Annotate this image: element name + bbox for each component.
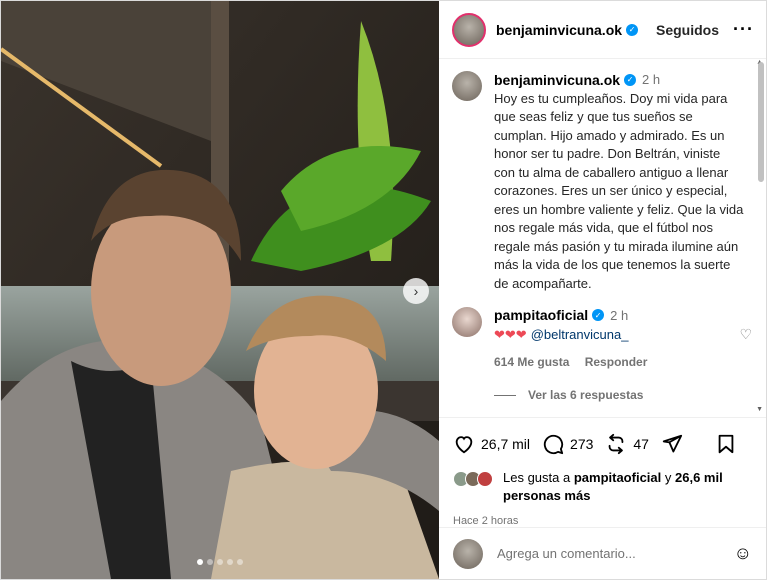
post-timestamp: Hace 2 horas	[453, 515, 519, 527]
verified-icon: ✓	[592, 309, 605, 322]
repost-icon	[609, 433, 624, 454]
liked-by-user[interactable]: pampitaoficial	[574, 470, 661, 485]
comment-button[interactable]: 273	[542, 433, 593, 455]
comment-icon	[543, 434, 564, 454]
bookmark-icon	[718, 434, 734, 453]
replies-divider	[494, 394, 516, 396]
repost-button[interactable]: 47	[605, 433, 649, 455]
caption-avatar[interactable]	[452, 71, 482, 101]
carousel-dot	[217, 559, 223, 565]
carousel-indicator	[1, 559, 439, 565]
carousel-dot	[197, 559, 203, 565]
share-button[interactable]	[661, 433, 689, 455]
following-button[interactable]: Seguidos	[656, 22, 719, 38]
carousel-dot	[237, 559, 243, 565]
current-user-avatar	[453, 538, 483, 569]
comments-count: 273	[570, 435, 594, 452]
scroll-down-icon[interactable]: ▼	[756, 406, 763, 413]
view-replies-button[interactable]: Ver las 6 respuestas	[494, 388, 752, 402]
comment-time: 2 h	[610, 307, 629, 323]
post-modal: › benjaminvicuna.ok ✓ Seguidos ··· ▲ ▼	[0, 0, 767, 580]
caption-username[interactable]: benjaminvicuna.ok	[494, 71, 620, 90]
caption-text: Hoy es tu cumpleaños. Doy mi vida para q…	[494, 90, 744, 291]
carousel-dot	[207, 559, 213, 565]
verified-icon: ✓	[626, 23, 639, 36]
share-icon	[662, 434, 683, 452]
heart-emoji: ❤❤❤	[494, 326, 527, 342]
next-slide-button[interactable]: ›	[403, 278, 429, 304]
comment-like-icon[interactable]: ♡	[739, 326, 752, 343]
scrollbar[interactable]: ▲ ▼	[756, 59, 764, 417]
likes-count: 26,7 mil	[481, 435, 531, 452]
chevron-right-icon: ›	[413, 283, 419, 299]
action-bar: 26,7 mil 273 47	[439, 417, 766, 469]
like-button[interactable]: 26,7 mil	[453, 433, 530, 455]
post-sidebar: benjaminvicuna.ok ✓ Seguidos ··· ▲ ▼ ben…	[439, 1, 766, 579]
liked-by-count[interactable]: 26,6 mil	[675, 470, 723, 485]
comment-input[interactable]: Agrega un comentario...	[497, 546, 636, 561]
caption-time: 2 h	[642, 72, 661, 87]
author-avatar[interactable]	[452, 12, 486, 47]
post-header: benjaminvicuna.ok ✓ Seguidos ···	[439, 1, 766, 59]
comment-text: ❤❤❤ @beltranvicuna_ ♡	[494, 326, 752, 343]
reply-button[interactable]: Responder	[585, 355, 648, 369]
comment-avatar[interactable]	[452, 307, 482, 338]
scrollbar-thumb[interactable]	[758, 62, 764, 182]
liked-by-and: y	[664, 470, 672, 485]
comment-likes[interactable]: 614 Me gusta	[494, 355, 569, 369]
comment-meta: 614 Me gusta Responder	[494, 355, 752, 369]
reposts-count: 47	[633, 435, 649, 452]
liked-by-suffix[interactable]: personas más	[503, 488, 590, 503]
comments-section[interactable]: ▲ ▼ benjaminvicuna.ok ✓ 2 h Hoy es tu cu…	[439, 59, 766, 417]
view-replies-label: Ver las 6 respuestas	[528, 388, 644, 403]
comment-item: pampitaoficial ✓ 2 h ❤❤❤ @beltranvicuna_…	[452, 307, 752, 369]
carousel-dot	[227, 559, 233, 565]
add-comment-bar: Agrega un comentario... ☺	[439, 527, 766, 579]
liker-avatar	[477, 471, 493, 487]
photo-illustration	[1, 1, 439, 579]
more-options-icon[interactable]: ···	[733, 19, 754, 40]
liked-by: Les gusta a pampitaoficial y 26,6 mil pe…	[439, 469, 766, 505]
author-username[interactable]: benjaminvicuna.ok	[496, 22, 622, 38]
emoji-icon[interactable]: ☺	[734, 543, 752, 564]
caption: benjaminvicuna.ok ✓ 2 h Hoy es tu cumple…	[452, 71, 752, 293]
liked-by-text: Les gusta a pampitaoficial y 26,6 mil pe…	[503, 469, 723, 505]
heart-icon	[455, 435, 473, 453]
liked-by-avatars[interactable]	[453, 471, 493, 487]
mention-link[interactable]: @beltranvicuna_	[531, 327, 629, 342]
liked-by-prefix: Les gusta a	[503, 470, 571, 485]
post-photo[interactable]: ›	[1, 1, 439, 579]
verified-icon: ✓	[624, 74, 637, 87]
save-button[interactable]	[716, 433, 742, 455]
comment-username[interactable]: pampitaoficial	[494, 307, 588, 323]
